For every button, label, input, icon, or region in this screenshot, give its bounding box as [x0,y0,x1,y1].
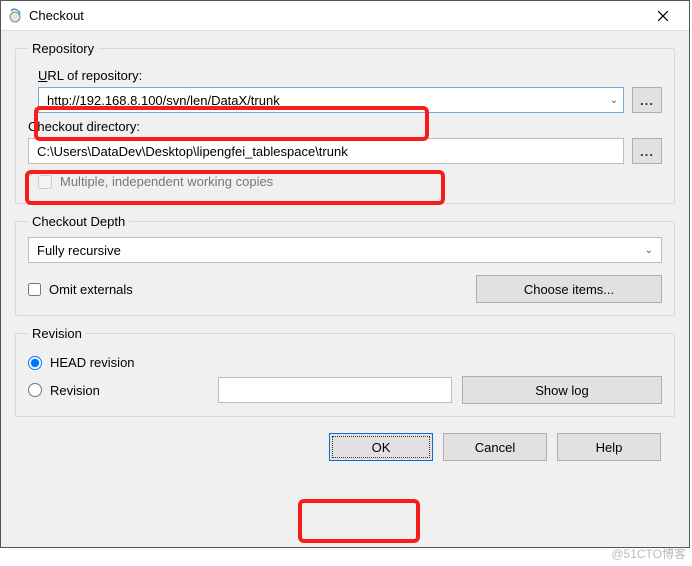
depth-group: Checkout Depth Fully recursive ⌄ Omit ex… [15,214,675,316]
multiple-copies-label: Multiple, independent working copies [60,174,273,189]
omit-externals-checkbox[interactable] [28,283,41,296]
url-combobox[interactable]: ⌄ [38,87,624,113]
revision-legend: Revision [28,326,86,341]
titlebar: Checkout [1,1,689,31]
browse-url-button[interactable]: ... [632,87,662,113]
highlight-ok [298,499,420,543]
repository-group: Repository URL of repository: ⌄ ... Chec… [15,41,675,204]
help-button[interactable]: Help [557,433,661,461]
depth-options-row: Omit externals Choose items... [28,275,662,303]
cancel-button[interactable]: Cancel [443,433,547,461]
revision-radio-label: Revision [50,383,100,398]
multiple-copies-row[interactable]: Multiple, independent working copies [38,174,662,189]
ok-button[interactable]: OK [329,433,433,461]
revision-number-row: Revision Show log [28,376,662,404]
checkout-dialog: Checkout Repository URL of repository: ⌄… [0,0,690,548]
revision-radio[interactable] [28,383,42,397]
browse-dir-button[interactable]: ... [632,138,662,164]
client-area: Repository URL of repository: ⌄ ... Chec… [1,31,689,473]
head-revision-radio[interactable] [28,356,42,370]
show-log-button[interactable]: Show log [462,376,662,404]
head-revision-label: HEAD revision [50,355,135,370]
repository-legend: Repository [28,41,98,56]
checkout-dir-input[interactable] [28,138,624,164]
dialog-footer: OK Cancel Help [15,427,675,461]
head-revision-row[interactable]: HEAD revision [28,355,662,370]
omit-externals-label: Omit externals [49,282,133,297]
close-button[interactable] [643,2,683,30]
depth-legend: Checkout Depth [28,214,129,229]
chevron-down-icon[interactable]: ⌄ [605,95,623,106]
revision-input[interactable] [218,377,452,403]
multiple-copies-checkbox [38,175,52,189]
app-icon [7,8,23,24]
url-input[interactable] [39,93,605,108]
chevron-down-icon: ⌄ [645,245,653,256]
dir-label: Checkout directory: [28,119,662,134]
depth-selected-value: Fully recursive [37,243,121,258]
revision-group: Revision HEAD revision Revision Show log [15,326,675,417]
depth-select[interactable]: Fully recursive ⌄ [28,237,662,263]
watermark: @51CTO博客 [611,545,686,562]
omit-externals-row[interactable]: Omit externals [28,282,133,297]
window-title: Checkout [29,8,643,23]
choose-items-button[interactable]: Choose items... [476,275,662,303]
url-label: URL of repository: [38,68,662,83]
revision-radio-row[interactable]: Revision [28,383,208,398]
close-icon [658,11,668,21]
dir-row: ... [28,138,662,164]
url-row: ⌄ ... [38,87,662,113]
